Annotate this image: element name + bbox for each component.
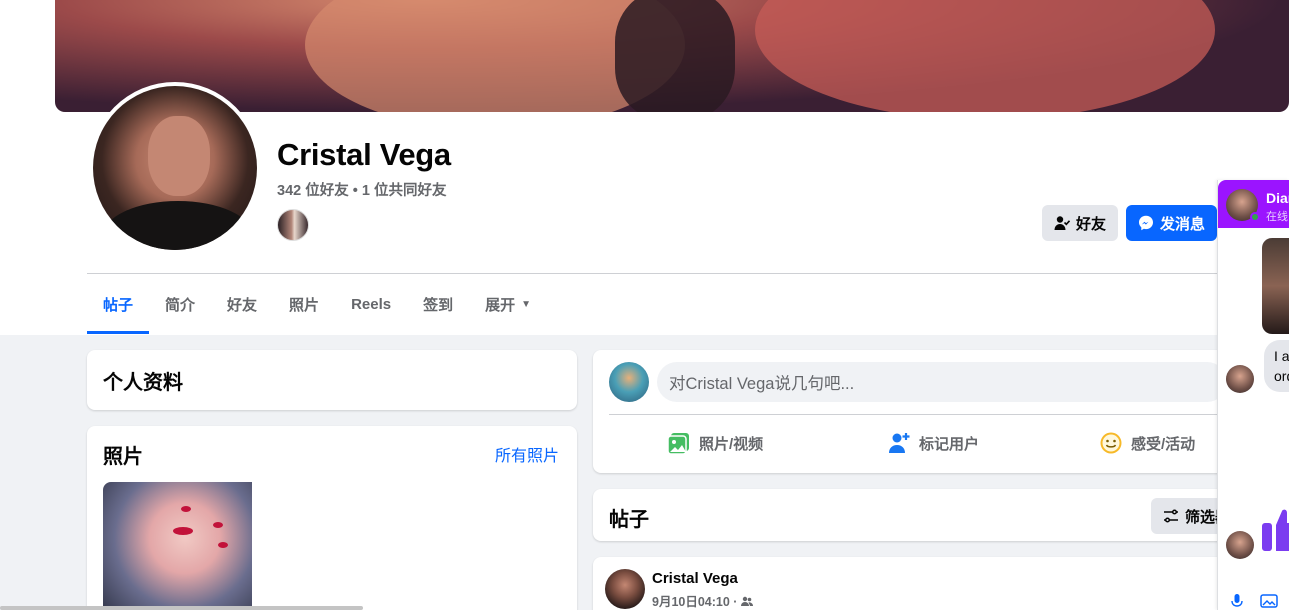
tab-about[interactable]: 简介 bbox=[149, 274, 211, 334]
friends-button[interactable]: 好友 bbox=[1042, 205, 1118, 241]
tab-label: Reels bbox=[351, 295, 392, 313]
chat-sender-avatar bbox=[1226, 531, 1254, 559]
chat-header[interactable]: Diana 在线 bbox=[1218, 180, 1289, 228]
tab-posts[interactable]: 帖子 bbox=[87, 274, 150, 334]
composer-divider bbox=[609, 414, 1219, 415]
tab-label: 签到 bbox=[423, 296, 454, 314]
post: Cristal Vega 9月10日04:10 · bbox=[593, 557, 1233, 610]
profile-avatar[interactable] bbox=[89, 82, 261, 254]
tab-reels[interactable]: Reels bbox=[335, 274, 407, 334]
tab-checkins[interactable]: 签到 bbox=[407, 274, 469, 334]
thumbs-up-icon[interactable] bbox=[1262, 505, 1289, 553]
friend-check-icon bbox=[1054, 216, 1070, 230]
chat-panel: Diana 在线 I a ord bbox=[1217, 180, 1289, 610]
message-button-label: 发消息 bbox=[1159, 215, 1205, 233]
image-attach-icon[interactable] bbox=[1260, 594, 1278, 608]
message-button[interactable]: 发消息 bbox=[1126, 205, 1217, 241]
microphone-icon[interactable] bbox=[1230, 594, 1244, 608]
tab-label: 好友 bbox=[227, 296, 258, 314]
tab-label: 照片 bbox=[289, 296, 320, 314]
photo-thumbnail[interactable] bbox=[103, 482, 252, 610]
tab-label: 简介 bbox=[165, 296, 196, 314]
tag-people-label: 标记用户 bbox=[919, 435, 980, 453]
profile-header: Cristal Vega 342 位好友 • 1 位共同好友 好友 发消息 帖子… bbox=[0, 0, 1289, 335]
intro-card: 个人资料 bbox=[87, 350, 577, 410]
tab-photos[interactable]: 照片 bbox=[273, 274, 335, 334]
composer-input[interactable]: 对Cristal Vega说几句吧... bbox=[657, 362, 1227, 402]
post-timestamp[interactable]: 9月10日04:10 · bbox=[652, 591, 754, 610]
filter-icon bbox=[1164, 509, 1178, 523]
tab-more[interactable]: 展开 ▼ bbox=[469, 274, 547, 334]
photo-video-button[interactable]: 照片/视频 bbox=[667, 428, 763, 458]
post-author-name[interactable]: Cristal Vega bbox=[652, 570, 738, 587]
chat-image-message[interactable] bbox=[1262, 238, 1289, 334]
chat-sender-avatar bbox=[1226, 365, 1254, 393]
profile-tabs: 帖子 简介 好友 照片 Reels 签到 展开 ▼ bbox=[87, 274, 547, 334]
chat-contact-status: 在线 bbox=[1266, 211, 1288, 223]
photo-icon bbox=[667, 433, 689, 455]
online-status-dot bbox=[1250, 212, 1260, 222]
messenger-icon bbox=[1138, 215, 1153, 231]
cover-photo[interactable] bbox=[55, 0, 1289, 112]
friends-audience-icon bbox=[741, 596, 754, 606]
post-composer: 对Cristal Vega说几句吧... 照片/视频 标记用户 感受/活动 bbox=[593, 350, 1233, 473]
post-time-text: 9月10日04:10 · bbox=[652, 595, 738, 609]
horizontal-scrollbar[interactable] bbox=[0, 606, 363, 610]
posts-header-card: 帖子 筛选器 bbox=[593, 489, 1233, 541]
mutual-friend-avatar[interactable] bbox=[277, 209, 309, 241]
feeling-activity-button[interactable]: 感受/活动 bbox=[1099, 428, 1195, 458]
photos-card: 照片 所有照片 bbox=[87, 426, 577, 610]
tab-label: 展开 bbox=[485, 296, 516, 314]
friends-button-label: 好友 bbox=[1075, 215, 1106, 233]
chat-contact-name: Diana bbox=[1266, 190, 1289, 206]
intro-title: 个人资料 bbox=[103, 372, 183, 394]
profile-name: Cristal Vega bbox=[277, 137, 451, 172]
posts-title: 帖子 bbox=[609, 509, 649, 531]
smiley-icon bbox=[1100, 432, 1122, 454]
all-photos-link[interactable]: 所有照片 bbox=[495, 442, 559, 466]
photos-title: 照片 bbox=[103, 446, 143, 468]
tag-people-icon bbox=[889, 433, 910, 453]
tag-people-button[interactable]: 标记用户 bbox=[887, 428, 979, 458]
photo-video-label: 照片/视频 bbox=[699, 435, 764, 453]
friend-count[interactable]: 342 位好友 • 1 位共同好友 bbox=[277, 179, 446, 200]
feeling-label: 感受/活动 bbox=[1131, 435, 1196, 453]
post-author-avatar[interactable] bbox=[605, 569, 645, 609]
tab-label: 帖子 bbox=[103, 296, 134, 314]
chat-message-bubble: I a ord bbox=[1264, 340, 1289, 392]
user-avatar[interactable] bbox=[609, 362, 649, 402]
tab-friends[interactable]: 好友 bbox=[211, 274, 273, 334]
caret-down-icon: ▼ bbox=[521, 298, 532, 310]
